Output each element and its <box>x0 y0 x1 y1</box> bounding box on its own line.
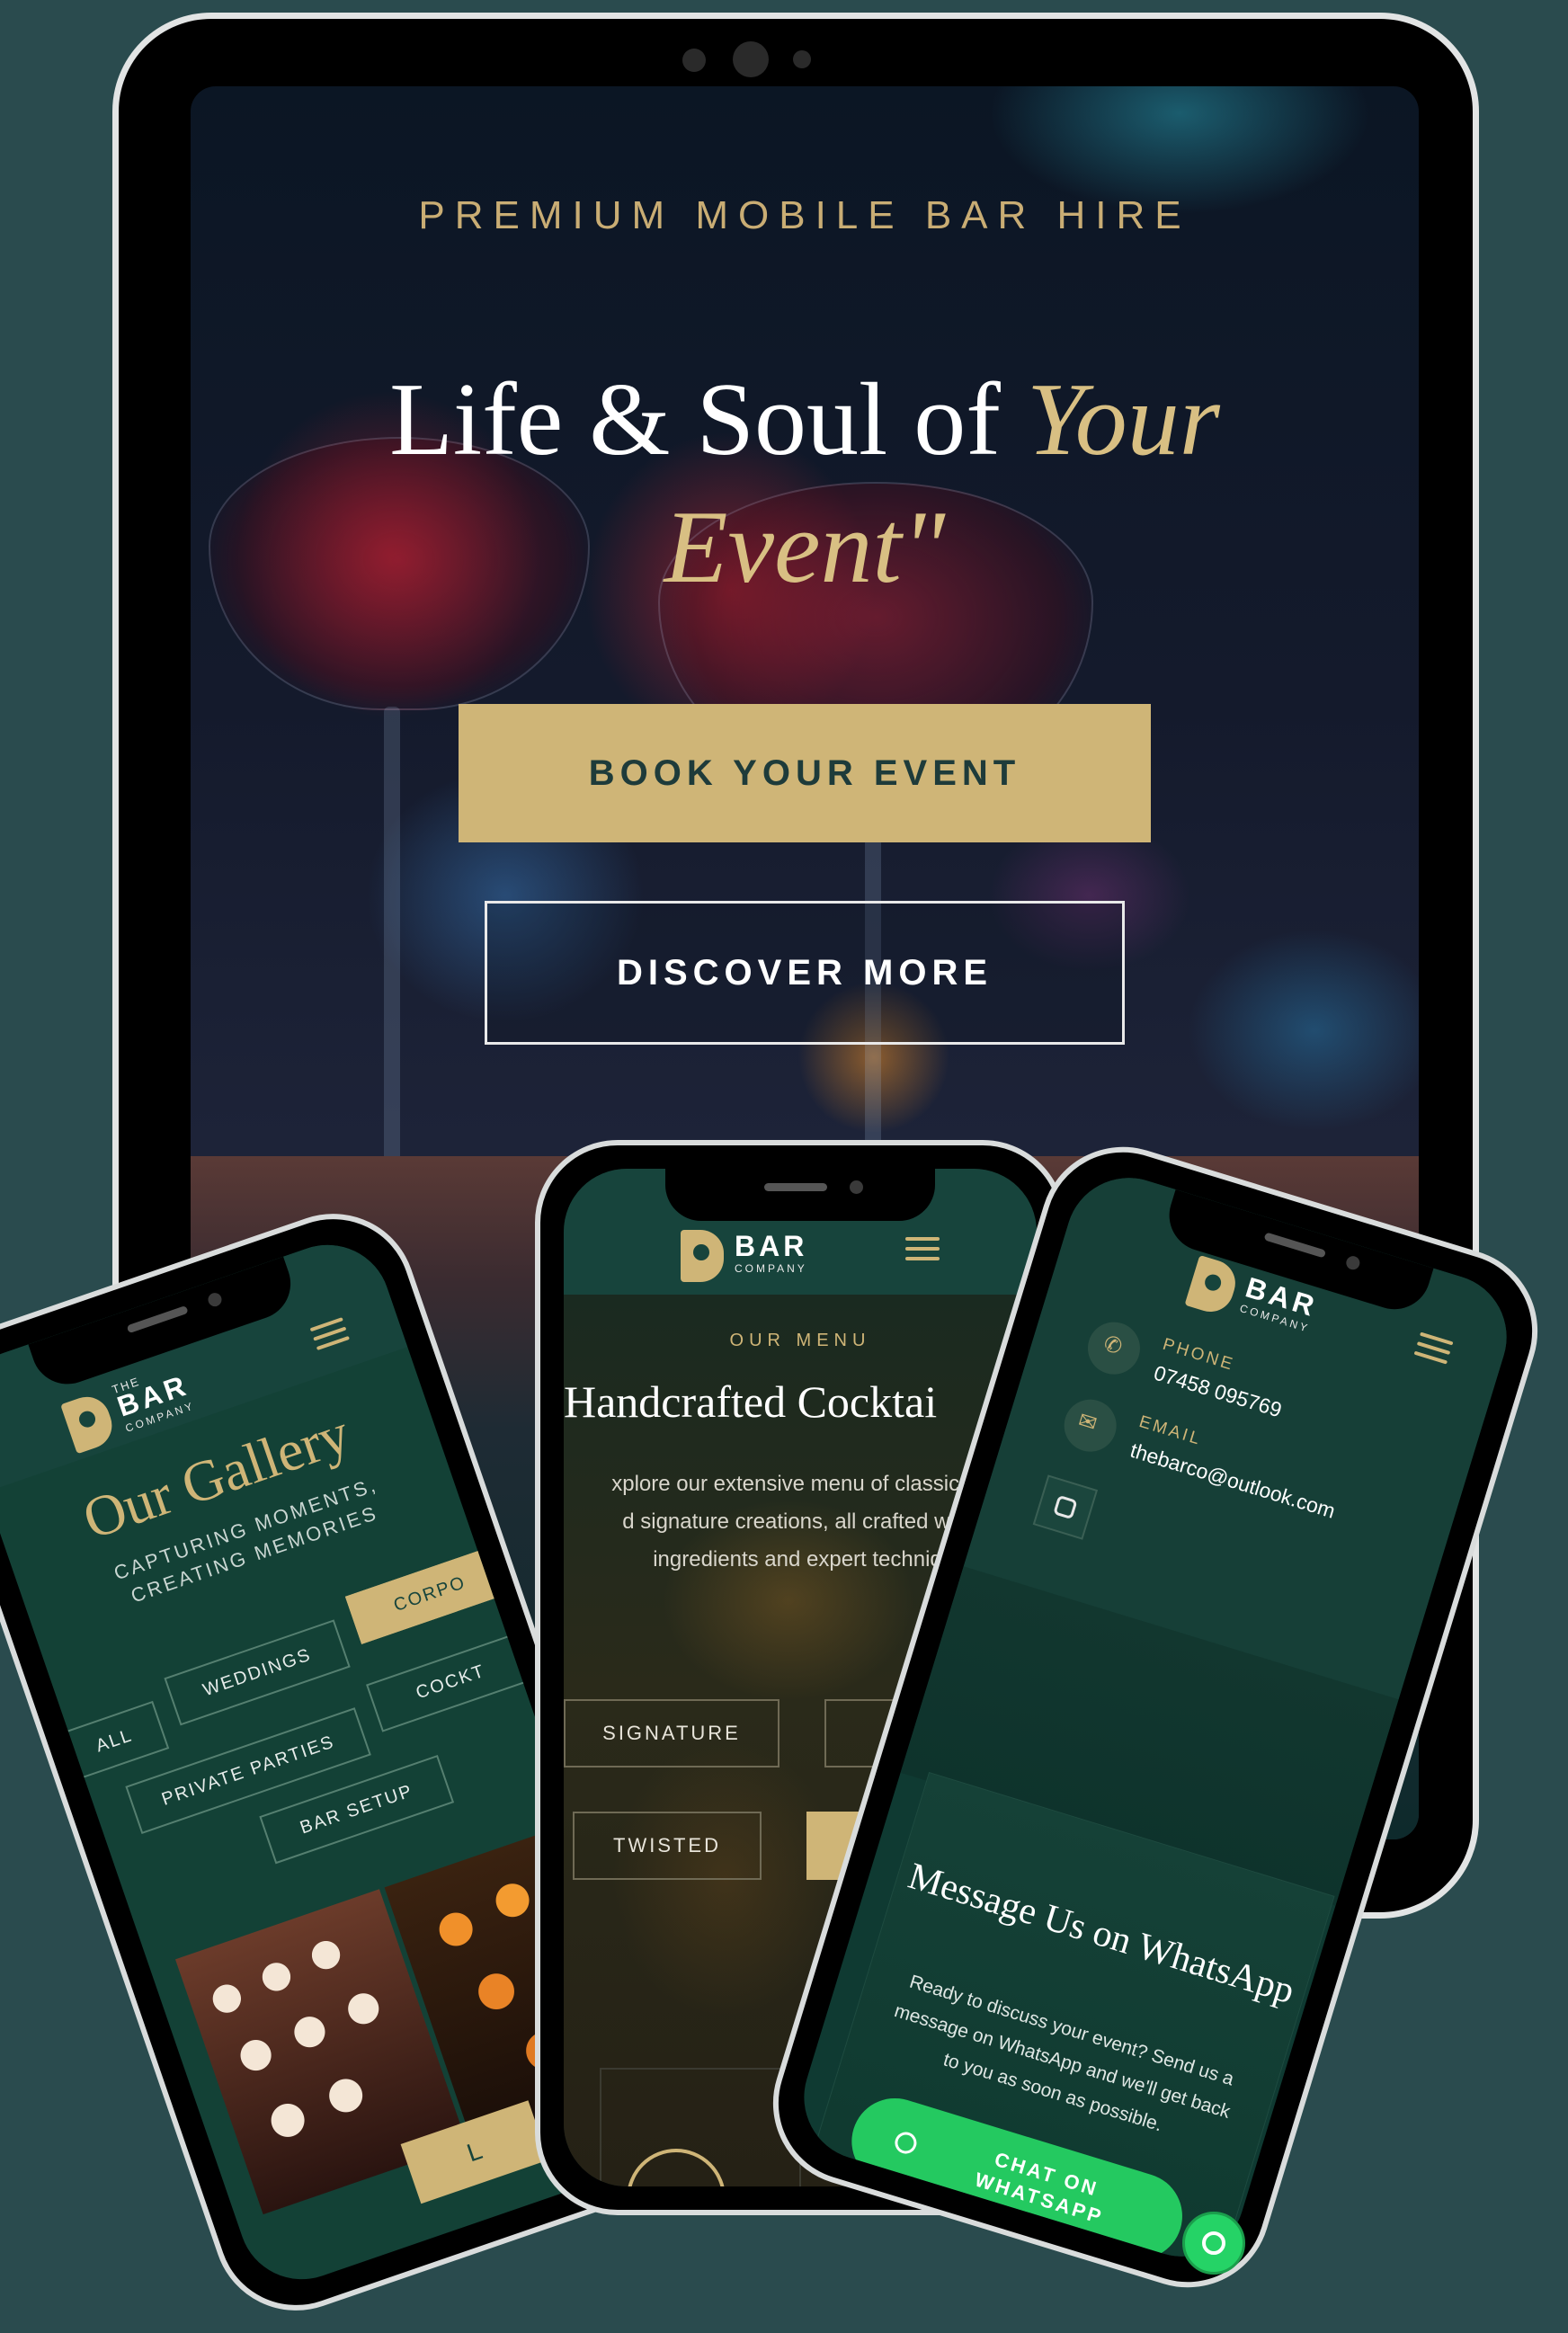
glass-stem <box>384 707 400 1174</box>
chat-whatsapp-label: CHAT ON WHATSAPP <box>972 2147 1107 2229</box>
filter-corporate[interactable]: CORPO <box>344 1544 515 1644</box>
filter-all[interactable]: ALL <box>59 1700 170 1781</box>
logo-bar: BAR <box>735 1230 808 1262</box>
sensor-dot <box>793 50 811 68</box>
logo-company: COMPANY <box>735 1262 807 1275</box>
hero-title: Life & Soul of Your Event" <box>263 356 1347 611</box>
menu-eyebrow: OUR MENU <box>729 1331 871 1350</box>
hero-title-main: Life & Soul of <box>389 362 1001 477</box>
discover-more-button[interactable]: DISCOVER MORE <box>485 901 1125 1045</box>
filter-twisted[interactable]: TWISTED <box>573 1812 762 1880</box>
logo-b-icon <box>1184 1254 1242 1318</box>
instagram-icon[interactable] <box>1032 1474 1099 1540</box>
logo-b-icon <box>681 1230 724 1282</box>
whatsapp-fab-icon[interactable] <box>1182 2212 1245 2275</box>
email-icon: ✉ <box>1057 1393 1123 1458</box>
book-event-button[interactable]: BOOK YOUR EVENT <box>459 704 1151 842</box>
filter-signature[interactable]: SIGNATURE <box>564 1699 780 1768</box>
whatsapp-icon <box>892 2129 920 2157</box>
phone-icon: ✆ <box>1081 1315 1147 1381</box>
camera-dot <box>682 49 706 72</box>
phone-notch <box>665 1169 935 1221</box>
hero-title-accent: Your <box>1026 362 1220 477</box>
menu-title: Handcrafted Cocktai <box>564 1376 938 1427</box>
filter-weddings[interactable]: WEDDINGS <box>164 1619 351 1726</box>
filter-cocktails[interactable]: COCKT <box>366 1632 536 1732</box>
hero-eyebrow: PREMIUM MOBILE BAR HIRE <box>418 193 1191 237</box>
menu-hamburger-icon[interactable] <box>905 1237 940 1260</box>
hero-title-accent-2: Event" <box>664 490 946 605</box>
menu-hamburger-icon[interactable] <box>1413 1331 1454 1365</box>
email-value[interactable]: thebarco@outlook.com <box>1127 1438 1338 1524</box>
logo-b-icon <box>60 1390 119 1455</box>
menu-hamburger-icon[interactable] <box>309 1317 351 1351</box>
camera-lens <box>733 41 769 77</box>
